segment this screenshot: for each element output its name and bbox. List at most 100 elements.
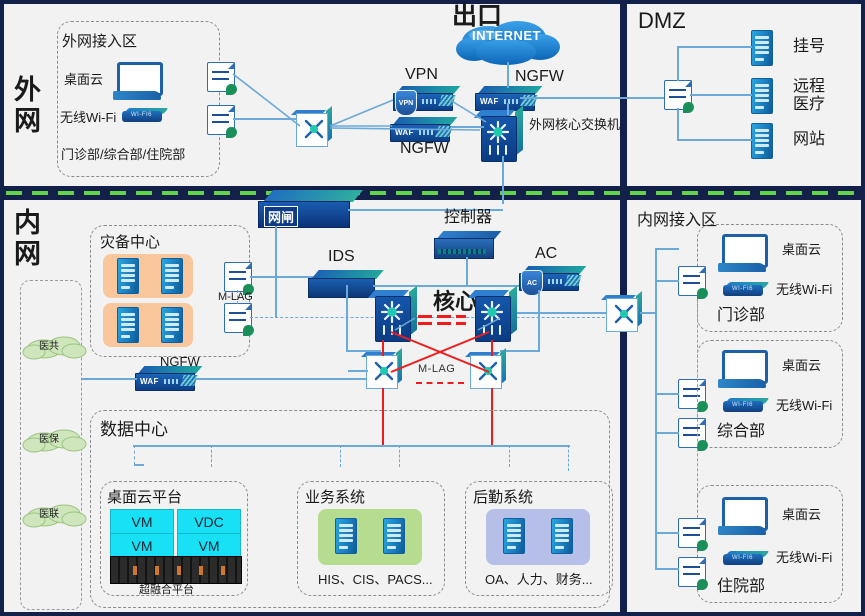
external-core-switch[interactable] <box>473 105 523 162</box>
link-dmz-sw-down <box>677 108 679 140</box>
network-gatekeeper-device[interactable]: 网闸 <box>258 190 364 228</box>
waf-tag-top: WAF <box>480 97 499 106</box>
vm-box-0[interactable]: VM <box>110 509 174 535</box>
hyperconverged-appliance-icon <box>110 556 242 584</box>
core-peer-link-seg-1 <box>418 315 432 318</box>
dr-server-2[interactable] <box>161 258 183 294</box>
link-core-to-boundary-sw <box>517 312 607 314</box>
dept-1-desktop-cloud-icon <box>718 350 768 388</box>
dept-0-name: 门诊部 <box>717 307 766 324</box>
link-ac-down <box>538 290 540 350</box>
core-label: 核心 <box>433 289 478 314</box>
dmz-server-website[interactable] <box>751 123 773 159</box>
external-edge-switch[interactable] <box>291 105 332 147</box>
dept-1-access-switch-a[interactable] <box>678 379 708 412</box>
dc-group-footer-0: 超融合平台 <box>139 584 194 596</box>
dc-group-title-0: 桌面云平台 <box>107 489 183 506</box>
dmz-switch[interactable] <box>664 80 694 113</box>
dc-drop-4 <box>399 445 400 467</box>
dc-drop-5 <box>509 445 510 467</box>
dr-server-3[interactable] <box>117 307 139 343</box>
external-wifi-label: 无线Wi-Fi <box>60 110 117 125</box>
dr-server-1[interactable] <box>117 258 139 294</box>
dept-2-wifi-icon: WI-FI6 <box>723 551 770 567</box>
dept-0-access-switch[interactable] <box>678 266 708 299</box>
ngfw-top-label: NGFW <box>515 68 564 85</box>
dmz-server-registration[interactable] <box>751 30 773 66</box>
link-accesssw-to-edge <box>233 118 297 120</box>
zone-label-internal: 内网 <box>14 208 42 270</box>
dept-2-access-switch-b[interactable] <box>678 557 708 590</box>
external-access-footer: 门诊部/综合部/住院部 <box>61 147 186 162</box>
dc-group-title-2: 后勤系统 <box>473 489 534 506</box>
external-access-switch-1[interactable] <box>207 62 237 95</box>
dr-server-4[interactable] <box>161 307 183 343</box>
ac-shield-icon: AC <box>521 270 543 296</box>
desktop-cloud-icon <box>113 62 163 100</box>
dept-1-wifi-label: 无线Wi-Fi <box>776 398 833 413</box>
ac-label: AC <box>535 245 558 262</box>
vm-box-1[interactable]: VDC <box>177 509 241 535</box>
link-gatekeeper-down <box>275 226 277 318</box>
dr-switch-2[interactable] <box>224 303 254 336</box>
vertical-divider-bottom <box>620 200 627 612</box>
business-server-2[interactable] <box>383 518 405 554</box>
link-extcore-down-to-gatekeeper <box>502 156 504 204</box>
dept-2-desktop-cloud-label: 桌面云 <box>782 507 822 522</box>
dept-2-access-switch-a[interactable] <box>678 518 708 551</box>
access-dashed-riser <box>697 300 698 496</box>
logistics-server-1[interactable] <box>503 518 525 554</box>
partner-cloud-label-1: 医保 <box>39 434 59 445</box>
link-clouds-to-ngfw <box>82 378 137 380</box>
dc-group-footer-1: HIS、CIS、PACS... <box>318 572 433 587</box>
agg-switch-right[interactable] <box>465 347 506 389</box>
business-servers-tint <box>318 509 422 565</box>
dc-group-title-1: 业务系统 <box>305 489 366 506</box>
data-center-title: 数据中心 <box>100 420 168 439</box>
business-server-1[interactable] <box>335 518 357 554</box>
dmz-server-telemedicine[interactable] <box>751 78 773 114</box>
ngfw-left-label: NGFW <box>400 140 449 157</box>
link-riser-top <box>655 248 679 250</box>
external-desktop-cloud-label: 桌面云 <box>64 72 104 87</box>
link-dmz-sw-up <box>677 47 679 81</box>
dc-drop-2 <box>211 445 212 467</box>
controller-device[interactable] <box>434 231 502 259</box>
network-topology-diagram: 外网 外网接入区 桌面云 无线Wi-Fi WI-FI6 门诊部/综合部/住院部 … <box>0 0 865 616</box>
dept-2-name: 住院部 <box>717 578 766 595</box>
core-switch-right[interactable] <box>467 285 517 342</box>
external-core-switch-label: 外网核心交换机 <box>529 117 621 132</box>
core-mlag-dashed-link <box>416 382 464 384</box>
dc-drop-1-foot <box>134 464 144 466</box>
dmz-title: DMZ <box>638 8 686 33</box>
dr-ngfw-waf-icon[interactable]: WAF <box>135 366 203 391</box>
ngfw-waf-left-icon[interactable]: WAF <box>390 117 458 142</box>
external-access-switch-2[interactable] <box>207 105 237 138</box>
ids-device[interactable] <box>308 270 384 298</box>
link-internet-to-ngfw <box>507 62 509 88</box>
core-peer-link-seg-2 <box>437 315 451 318</box>
dept-1-access-switch-b[interactable] <box>678 418 708 451</box>
internal-boundary-switch[interactable] <box>601 290 642 332</box>
link-ac-bottom-bus <box>500 350 540 352</box>
waf-tag-left: WAF <box>395 128 414 137</box>
dept-2-wifi-label: 无线Wi-Fi <box>776 550 833 565</box>
agg-switch-left[interactable] <box>361 347 402 389</box>
dr-switch-1[interactable] <box>224 262 254 295</box>
core-mlag-label: M-LAG <box>418 363 456 375</box>
logistics-server-2[interactable] <box>551 518 573 554</box>
controller-label: 控制器 <box>444 209 493 226</box>
zone-label-external: 外网 <box>14 75 42 137</box>
link-riser-to-dept2b <box>655 568 679 570</box>
core-switch-left[interactable] <box>367 285 417 342</box>
dept-0-desktop-cloud-label: 桌面云 <box>782 242 822 257</box>
link-ids-to-controller <box>373 285 533 287</box>
dr-center-title: 灾备中心 <box>100 234 161 251</box>
link-controller-down <box>466 257 468 285</box>
core-peer-link-seg-1b <box>418 322 432 325</box>
link-core-right-to-agg-right <box>491 340 494 356</box>
dept-1-desktop-cloud-label: 桌面云 <box>782 358 822 373</box>
dc-drop-1 <box>134 445 135 465</box>
link-dmz-mid <box>690 94 752 96</box>
vertical-divider-top <box>620 4 627 186</box>
